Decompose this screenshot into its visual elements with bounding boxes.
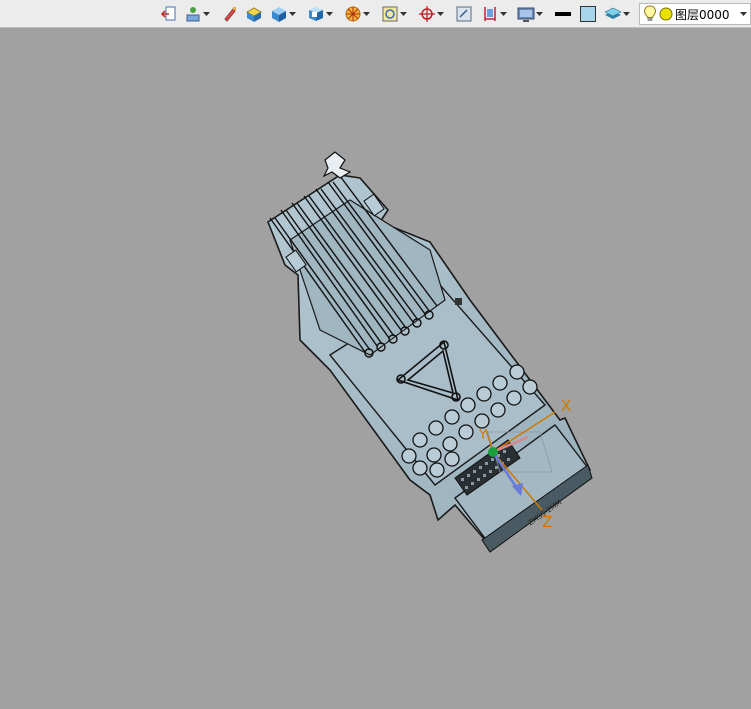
toolbar-button-light[interactable]: [344, 4, 370, 24]
layer-selector[interactable]: 图层0000: [639, 3, 751, 25]
chevron-down-icon[interactable]: [289, 5, 296, 23]
brush-icon: [224, 7, 236, 22]
model-top-connector: [322, 151, 352, 179]
chevron-down-icon[interactable]: [326, 5, 333, 23]
toolbar-button-line-weight[interactable]: [554, 4, 572, 24]
toolbar-button-dimension[interactable]: [481, 4, 507, 24]
toolbar-button-color-swatch[interactable]: [579, 4, 597, 24]
layer-on-icon[interactable]: [659, 7, 673, 21]
chevron-down-icon[interactable]: [203, 5, 210, 23]
chevron-down-icon[interactable]: [740, 12, 747, 16]
layer-manager-icon: [604, 7, 622, 19]
chevron-down-icon[interactable]: [623, 5, 630, 23]
chevron-down-icon[interactable]: [363, 5, 370, 23]
render-mode-icon: [186, 7, 200, 22]
color-swatch-icon: [580, 6, 596, 22]
exit-sketch-icon: [160, 6, 176, 21]
toolbar-button-exit-sketch[interactable]: [160, 4, 178, 24]
solid-box-icon: [272, 7, 286, 22]
display-icon: [517, 7, 535, 22]
y-axis-label: Y: [479, 428, 487, 443]
toolbar-button-solid-box[interactable]: [270, 4, 296, 24]
lightbulb-icon[interactable]: [643, 5, 657, 23]
rotate-view-icon: [419, 6, 435, 22]
toolbar-button-rotate-view[interactable]: [418, 4, 444, 24]
line-weight-icon: [555, 12, 571, 16]
chevron-down-icon[interactable]: [437, 5, 444, 23]
toolbar-button-view-orient[interactable]: [381, 4, 407, 24]
model-marker: [455, 298, 462, 305]
model-canvas[interactable]: ZMSS-2MM: [0, 28, 751, 709]
toolbar-button-zoom-window[interactable]: [455, 4, 473, 24]
dimension-icon: [484, 7, 496, 21]
light-icon: [345, 6, 361, 22]
layer-name: 图层0000: [675, 7, 730, 22]
z-axis-label: Z: [542, 513, 553, 531]
main-toolbar: 图层0000: [0, 0, 751, 28]
cad-model[interactable]: ZMSS-2MM: [267, 151, 593, 553]
view-orient-icon: [382, 6, 398, 22]
toolbar-button-section-view[interactable]: [307, 4, 333, 24]
chevron-down-icon[interactable]: [500, 5, 507, 23]
section-view-icon: [309, 7, 323, 21]
triad-origin[interactable]: [488, 447, 498, 457]
chevron-down-icon[interactable]: [400, 5, 407, 23]
x-axis-label: X: [561, 397, 572, 415]
graphics-viewport[interactable]: ZMSS-2MM X Y Z: [0, 28, 751, 709]
toolbar-button-layer-manager[interactable]: [604, 4, 630, 24]
toolbar-button-display[interactable]: [517, 4, 543, 24]
zoom-window-icon: [456, 6, 472, 22]
chevron-down-icon[interactable]: [536, 5, 543, 23]
toolbar-button-render-mode[interactable]: [184, 4, 210, 24]
material-icon: [245, 7, 263, 22]
toolbar-button-material[interactable]: [245, 4, 263, 24]
toolbar-button-brush[interactable]: [221, 4, 239, 24]
